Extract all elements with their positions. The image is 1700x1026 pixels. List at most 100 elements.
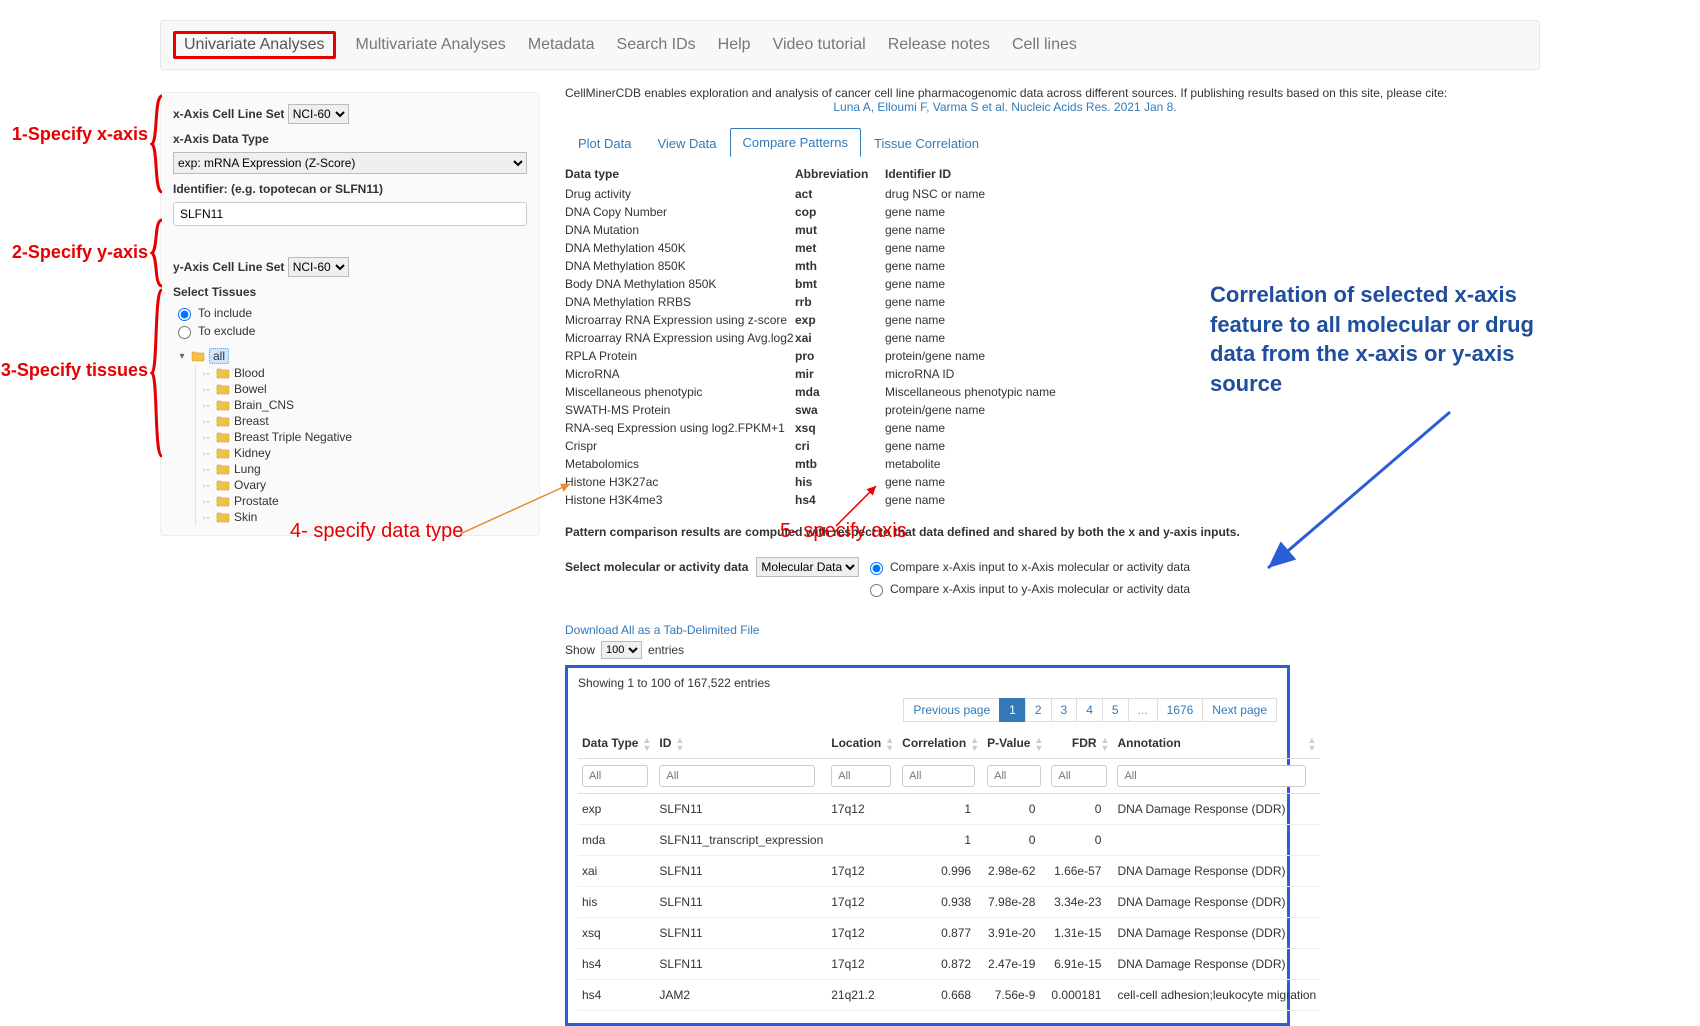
tree-branch-icon: ·· <box>202 478 210 492</box>
cell-datatype: exp <box>578 794 655 825</box>
pager-page-1[interactable]: 1 <box>999 698 1026 722</box>
ref-row: Histone H3K4me3hs4gene name <box>565 491 1445 509</box>
th-annotation[interactable]: Annotation <box>1117 736 1180 750</box>
tree-item[interactable]: ··Ovary <box>202 477 527 493</box>
x-datatype-select[interactable]: exp: mRNA Expression (Z-Score) <box>173 152 527 174</box>
cell-datatype: xsq <box>578 918 655 949</box>
pager-page-4[interactable]: 4 <box>1076 698 1103 722</box>
download-link[interactable]: Download All as a Tab-Delimited File <box>565 623 760 637</box>
ref-abbr: exp <box>795 311 885 329</box>
tree-item[interactable]: ··Lung <box>202 461 527 477</box>
folder-icon <box>216 479 230 491</box>
folder-icon <box>216 463 230 475</box>
ref-abbr: xsq <box>795 419 885 437</box>
filter-fdr[interactable] <box>1051 765 1106 787</box>
pager-page-3[interactable]: 3 <box>1051 698 1078 722</box>
tab-univariate[interactable]: Univariate Analyses <box>182 32 327 57</box>
pager-prev[interactable]: Previous page <box>903 698 1000 722</box>
subtab-tissue-correlation[interactable]: Tissue Correlation <box>861 129 992 157</box>
ref-type: Crispr <box>565 437 795 455</box>
cell-annotation <box>1113 825 1320 856</box>
tree-item[interactable]: ··Prostate <box>202 493 527 509</box>
ref-row: Histone H3K27achisgene name <box>565 473 1445 491</box>
filter-datatype[interactable] <box>582 765 648 787</box>
th-id[interactable]: ID <box>659 736 671 750</box>
tab-cell-lines[interactable]: Cell lines <box>1010 32 1079 58</box>
cell-correlation: 0.938 <box>898 887 983 918</box>
ref-type: RNA-seq Expression using log2.FPKM+1 <box>565 419 795 437</box>
cell-id: SLFN11 <box>655 918 827 949</box>
y-cellset-select[interactable]: NCI-60 <box>288 257 349 277</box>
radio-compare-x[interactable] <box>870 562 883 575</box>
subtab-view-data[interactable]: View Data <box>644 129 729 157</box>
ref-abbr: cop <box>795 203 885 221</box>
cell-pvalue: 7.98e-28 <box>983 887 1047 918</box>
x-identifier-input[interactable] <box>173 202 527 226</box>
radio-compare-y[interactable] <box>870 584 883 597</box>
ref-abbr: xai <box>795 329 885 347</box>
radio-compare-y-label: Compare x-Axis input to y-Axis molecular… <box>890 582 1190 596</box>
tree-item[interactable]: ··Kidney <box>202 445 527 461</box>
pager-page-last[interactable]: 1676 <box>1157 698 1204 722</box>
ref-type: DNA Copy Number <box>565 203 795 221</box>
pager-next[interactable]: Next page <box>1202 698 1277 722</box>
folder-icon <box>216 415 230 427</box>
folder-icon <box>216 367 230 379</box>
th-location[interactable]: Location <box>831 736 881 750</box>
tab-release-notes[interactable]: Release notes <box>886 32 992 58</box>
tab-help[interactable]: Help <box>716 32 753 58</box>
tab-search-ids[interactable]: Search IDs <box>615 32 698 58</box>
x-cellset-select[interactable]: NCI-60 <box>288 104 349 124</box>
ref-row: RNA-seq Expression using log2.FPKM+1xsqg… <box>565 419 1445 437</box>
filter-annotation[interactable] <box>1117 765 1306 787</box>
cell-location: 17q12 <box>827 856 898 887</box>
filter-pvalue[interactable] <box>987 765 1040 787</box>
cell-fdr: 3.34e-23 <box>1047 887 1113 918</box>
ref-id: protein/gene name <box>885 401 1085 419</box>
sort-icon: ▲▼ <box>1034 736 1043 752</box>
show-suffix: entries <box>648 643 684 657</box>
ref-abbr: cri <box>795 437 885 455</box>
callout-right: Correlation of selected x-axis feature t… <box>1210 280 1540 399</box>
cell-datatype: xai <box>578 856 655 887</box>
show-entries-select[interactable]: 100 <box>601 641 642 659</box>
tree-item[interactable]: ··Brain_CNS <box>202 397 527 413</box>
tab-metadata[interactable]: Metadata <box>526 32 597 58</box>
pager-page-2[interactable]: 2 <box>1025 698 1052 722</box>
ref-id: gene name <box>885 437 1085 455</box>
sort-icon: ▲▼ <box>642 736 651 752</box>
subtab-plot-data[interactable]: Plot Data <box>565 129 644 157</box>
tree-item[interactable]: ··Bowel <box>202 381 527 397</box>
citation-link[interactable]: Luna A, Elloumi F, Varma S et al. Nuclei… <box>833 100 1176 114</box>
pager-page-5[interactable]: 5 <box>1102 698 1129 722</box>
tree-collapse-icon[interactable]: ▾ <box>177 351 187 362</box>
th-correlation[interactable]: Correlation <box>902 736 966 750</box>
tree-root-label[interactable]: all <box>209 348 229 364</box>
ref-row: DNA Methylation 850Kmthgene name <box>565 257 1445 275</box>
select-molecular[interactable]: Molecular Data <box>756 557 859 577</box>
th-pvalue[interactable]: P-Value <box>987 736 1030 750</box>
th-datatype[interactable]: Data Type <box>582 736 638 750</box>
cell-correlation: 1 <box>898 794 983 825</box>
main-panel: CellMinerCDB enables exploration and ana… <box>565 86 1445 1026</box>
tree-item[interactable]: ··Blood <box>202 365 527 381</box>
tree-branch-icon: ·· <box>202 366 210 380</box>
tab-multivariate[interactable]: Multivariate Analyses <box>354 32 508 58</box>
tree-item[interactable]: ··Breast <box>202 413 527 429</box>
ref-id: gene name <box>885 419 1085 437</box>
radio-include[interactable] <box>178 308 191 321</box>
subtab-compare-patterns[interactable]: Compare Patterns <box>730 128 862 157</box>
tab-video[interactable]: Video tutorial <box>771 32 868 58</box>
tree-item-label: Lung <box>234 462 261 476</box>
showing-text: Showing 1 to 100 of 167,522 entries <box>578 676 1277 690</box>
th-fdr[interactable]: FDR <box>1072 736 1097 750</box>
filter-id[interactable] <box>659 765 815 787</box>
tree-item[interactable]: ··Breast Triple Negative <box>202 429 527 445</box>
ref-abbr: mth <box>795 257 885 275</box>
ref-row: Metabolomicsmtbmetabolite <box>565 455 1445 473</box>
cell-pvalue: 0 <box>983 825 1047 856</box>
radio-exclude[interactable] <box>178 326 191 339</box>
tree-item-label: Breast Triple Negative <box>234 430 352 444</box>
filter-correlation[interactable] <box>902 765 975 787</box>
filter-location[interactable] <box>831 765 891 787</box>
